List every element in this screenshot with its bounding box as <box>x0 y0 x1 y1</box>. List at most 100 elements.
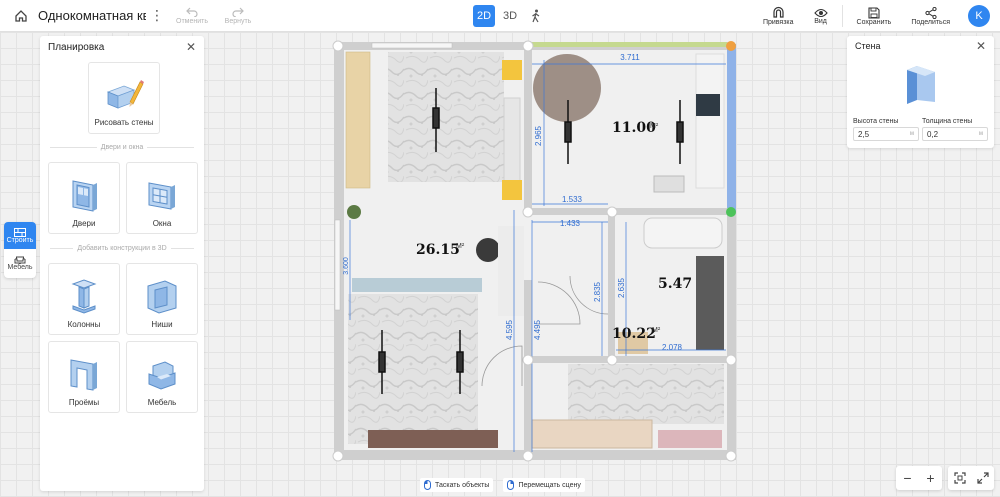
user-avatar[interactable]: K <box>968 5 990 27</box>
niches-button[interactable]: Ниши <box>126 263 198 335</box>
mode-2d-button[interactable]: 2D <box>473 5 495 27</box>
section-doors-label: Двери и окна <box>100 144 144 151</box>
window-top-right[interactable] <box>532 42 727 47</box>
washing-machine <box>696 256 724 350</box>
rail-build-button[interactable]: Строить <box>4 222 36 249</box>
dim-mid-height: 4.595 <box>505 319 514 340</box>
desk <box>498 226 524 316</box>
rail-furniture-label: Мебель <box>7 263 33 271</box>
wall-panel-header: Стена ✕ <box>847 36 994 56</box>
wall-thickness-input[interactable]: 0,2 м <box>922 127 988 141</box>
eye-icon <box>813 8 828 17</box>
close-icon[interactable]: ✕ <box>186 40 196 54</box>
rug-top <box>388 52 504 182</box>
mode-3d-button[interactable]: 3D <box>499 5 521 27</box>
wall-thickness-unit: м <box>978 131 983 137</box>
zoom-in-button[interactable]: + <box>926 470 934 486</box>
stove <box>696 94 720 116</box>
snap-label: Привязка <box>762 19 794 26</box>
redo-button[interactable]: Вернуть <box>220 7 256 25</box>
openings-button[interactable]: Проёмы <box>48 341 120 413</box>
wall-height-label: Высота стены <box>853 118 899 125</box>
close-icon[interactable]: ✕ <box>976 39 986 53</box>
mouse-left-icon <box>424 480 431 490</box>
sofa <box>503 97 521 189</box>
walk-mode-button[interactable] <box>525 5 547 27</box>
wall-outer-right-selected[interactable] <box>727 44 736 212</box>
share-button[interactable]: Поделиться <box>901 6 960 26</box>
openings-label: Проёмы <box>68 398 100 407</box>
bathtub <box>643 217 723 249</box>
draw-walls-button[interactable]: Рисовать стены <box>88 62 160 134</box>
windows-label: Окна <box>152 219 172 228</box>
windows-button[interactable]: Окна <box>126 162 198 234</box>
home-icon <box>15 9 27 22</box>
area-bedroom-unit: M² <box>650 123 659 130</box>
dim-hall-height: 4.495 <box>533 319 542 340</box>
column-icon <box>71 279 97 314</box>
kitchen-counter <box>695 53 725 189</box>
shelf-left <box>345 51 371 189</box>
pink-bench <box>658 430 722 448</box>
fit-view-icon[interactable] <box>953 472 966 484</box>
rug-hall <box>568 364 724 424</box>
shoe-cabinet <box>531 419 653 449</box>
dim-kitchen-width: 1.533 <box>562 195 583 204</box>
redo-label: Вернуть <box>224 17 252 25</box>
pencil-wall-icon <box>106 80 144 109</box>
toolbar-right: Привязка Вид Сохранить Поделиться K <box>753 0 1000 32</box>
mouse-hints: Таскать объекты Перемещать сцену <box>420 477 585 493</box>
rail-furniture-button[interactable]: Мебель <box>4 249 36 276</box>
doors-button[interactable]: Двери <box>48 162 120 234</box>
hint-drag-objects: Таскать объекты <box>420 478 494 492</box>
area-hall-unit: M² <box>652 327 661 334</box>
zoom-controls: − + <box>896 466 942 490</box>
dim-bath-width: 2.078 <box>662 343 683 352</box>
view-controls <box>948 466 994 490</box>
fullscreen-icon[interactable] <box>976 472 989 484</box>
doors-label: Двери <box>72 219 96 228</box>
share-label: Поделиться <box>911 18 950 26</box>
wall-thickness-label: Толщина стены <box>922 118 973 125</box>
wall-thickness-value: 0,2 <box>927 129 939 139</box>
window-top-left[interactable] <box>371 42 453 49</box>
wall-outer-right-lower[interactable] <box>727 212 736 460</box>
wall-outer-bottom[interactable] <box>334 450 734 460</box>
section-constructions-divider: Добавить конструкции в 3D <box>46 245 198 252</box>
hint-drag-objects-label: Таскать объекты <box>435 481 490 489</box>
mouse-right-icon <box>507 480 515 490</box>
draw-walls-label: Рисовать стены <box>94 118 154 127</box>
wall-interior-vertical-2[interactable] <box>524 280 532 455</box>
view-button[interactable]: Вид <box>804 8 838 25</box>
rail-build-label: Строить <box>6 236 34 244</box>
niches-label: Ниши <box>151 320 173 329</box>
wall-hall-top[interactable] <box>528 356 730 363</box>
floor-plan-canvas[interactable]: 3.711 2.965 1.533 1.433 2.835 2.635 2.07… <box>332 40 738 462</box>
home-button[interactable] <box>6 0 36 32</box>
share-icon <box>925 6 937 19</box>
area-main: 26.15 <box>416 242 460 258</box>
door-icon <box>72 180 97 212</box>
wall-height-input[interactable]: 2,5 м <box>853 127 919 141</box>
wall-height-value: 2,5 <box>858 129 870 139</box>
save-label: Сохранить <box>856 18 892 26</box>
view-mode-switch: 2D 3D <box>473 5 547 27</box>
save-button[interactable]: Сохранить <box>847 6 902 26</box>
window-left-mid[interactable] <box>334 219 341 311</box>
columns-button[interactable]: Колонны <box>48 263 120 335</box>
project-title[interactable]: Однокомнатная ква <box>38 8 146 23</box>
sink <box>653 175 685 193</box>
area-hall: 10.22 <box>612 326 656 342</box>
project-menu-button[interactable]: ⋮ <box>150 7 164 24</box>
snap-button[interactable]: Привязка <box>753 6 804 26</box>
undo-button[interactable]: Отменить <box>174 7 210 25</box>
wall-properties-panel: Стена ✕ Высота стены Толщина стены 2,5 м… <box>847 36 994 148</box>
wall-interior-horizontal-1[interactable] <box>528 208 730 215</box>
section-constructions-label: Добавить конструкции в 3D <box>77 245 167 252</box>
zoom-out-button[interactable]: − <box>903 470 911 486</box>
hint-move-scene-label: Перемещать сцену <box>518 481 581 489</box>
opening-icon <box>70 359 97 391</box>
window-icon <box>148 182 175 210</box>
furniture-button[interactable]: Мебель <box>126 341 198 413</box>
wall-interior-vertical-1[interactable] <box>524 46 532 210</box>
